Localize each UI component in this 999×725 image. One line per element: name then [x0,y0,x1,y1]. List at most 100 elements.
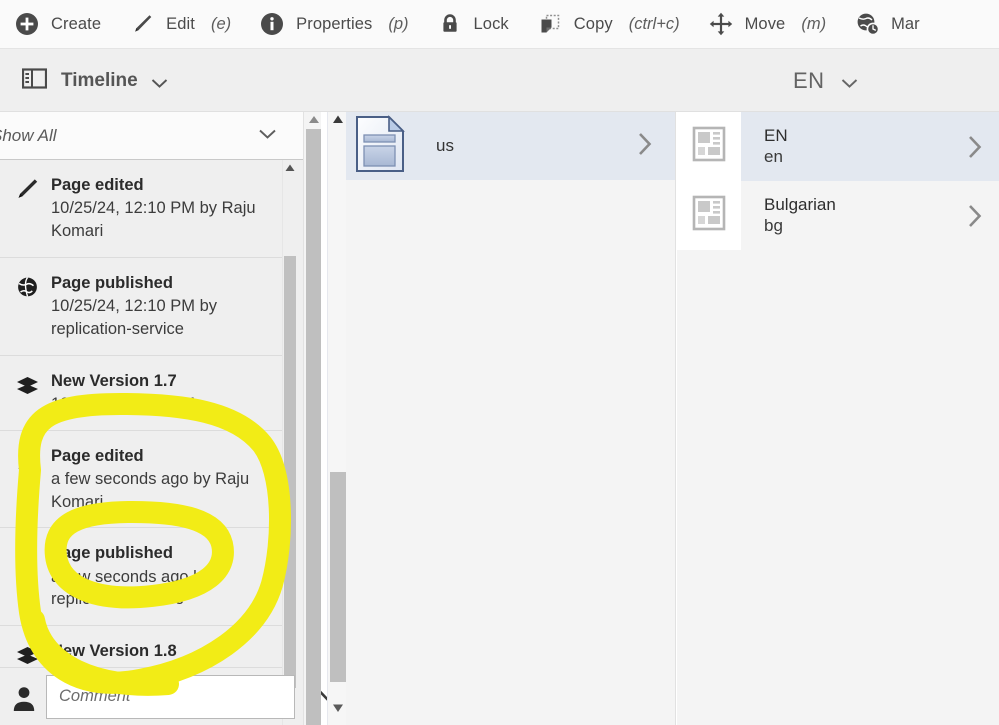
globe-icon [14,544,41,570]
language-selector[interactable]: EN [793,49,858,112]
timeline-event-title: Page edited [51,176,144,194]
timeline-panel-scrollbar[interactable] [303,112,321,725]
toolbar-button-create[interactable]: Create [0,0,115,49]
timeline-event-subtitle: 10/25/24, 12:10 PM [51,394,196,413]
toolbar-label-move: Move [744,14,786,33]
timeline-event-body: New Version 1.7 10/25/24, 12:10 PM [51,370,270,416]
chevron-right-icon[interactable] [951,112,999,181]
language-icon-wrap [677,181,741,250]
timeline-event-list[interactable]: Page edited 10/25/24, 12:10 PM by Raju K… [0,160,282,725]
timeline-event-item[interactable]: Page published a few seconds ago by repl… [0,528,282,627]
page-document-icon [355,114,406,178]
toolbar-button-move[interactable]: Move (m) [694,0,840,49]
timeline-event-body: Page published a few seconds ago by repl… [51,542,270,611]
timeline-label: Timeline [61,69,138,91]
toolbar-label-create: Create [51,14,102,33]
language-selector-value: EN [793,67,825,93]
timeline-panel: Show All Page edited 10/25/24, 12:10 PM … [0,112,330,725]
chevron-down-icon[interactable] [151,76,168,88]
timeline-event-subtitle: a few seconds ago by replication-service [51,567,211,609]
comment-input[interactable] [46,674,295,719]
language-icon-wrap [677,112,741,181]
scroll-down-arrow-icon[interactable] [330,700,346,716]
toolbar-shortcut-properties: (p) [388,14,409,33]
timeline-event-title: Page edited [51,446,144,465]
chevron-down-icon[interactable] [841,76,858,88]
scroll-up-arrow-icon[interactable] [330,112,346,128]
application-window: Create Edit (e) Properties (p) Lock Copy… [0,0,999,725]
scrollbar-thumb[interactable] [330,472,346,682]
timeline-event-item[interactable]: Page edited a few seconds ago by Raju Ko… [0,430,282,529]
comment-composer [0,667,330,725]
timeline-panel-icon [22,67,48,94]
toolbar-label-lock: Lock [473,14,509,33]
toolbar-button-lock[interactable]: Lock [423,0,523,49]
toolbar-button-copy[interactable]: Copy (ctrl+c) [523,0,694,49]
lock-icon [437,11,463,37]
timeline-filter-label: Show All [0,125,57,145]
toolbar-shortcut-edit: (e) [210,14,232,33]
scroll-up-arrow-icon[interactable] [283,160,297,176]
language-page-icon [692,126,726,167]
timeline-event-item[interactable]: Page published 10/25/24, 12:10 PM by rep… [0,257,282,356]
timeline-event-title: New Version 1.8 [51,642,177,661]
column-languages: EN en Bulgarian bg [677,112,999,725]
language-row-text: Bulgarian bg [741,181,951,250]
language-row-en[interactable]: EN en [677,112,999,181]
language-page-icon [692,195,726,236]
scrollbar-thumb[interactable] [306,129,321,725]
copy-icon [537,11,563,37]
toolbar-label-copy: Copy [573,14,613,33]
language-row-text: EN en [741,112,951,181]
timeline-event-body: Page edited a few seconds ago by Raju Ko… [51,445,270,514]
timeline-event-item[interactable]: Page edited 10/25/24, 12:10 PM by Raju K… [0,160,282,258]
pencil-icon [14,176,41,202]
info-circle-icon [259,11,285,37]
timeline-event-title: New Version 1.7 [51,371,177,390]
language-code: en [764,146,783,166]
user-icon [10,684,38,711]
toolbar-button-properties[interactable]: Properties (p) [245,0,422,49]
timeline-event-title: Page published [51,273,173,292]
page-row-label: us [436,136,454,155]
toolbar-button-manage-publication[interactable]: Mar [840,0,934,49]
toolbar-label-properties: Properties [296,14,373,33]
timeline-filter-dropdown[interactable]: Show All [0,112,303,160]
layers-icon [14,372,41,398]
scrollbar-thumb[interactable] [284,256,296,688]
toolbar-shortcut-copy: (ctrl+c) [628,14,680,33]
toolbar-button-edit[interactable]: Edit (e) [115,0,245,49]
language-code: bg [764,215,783,235]
pencil-icon [129,11,155,37]
timeline-toggle[interactable]: Timeline [22,49,168,112]
scroll-up-arrow-icon[interactable] [306,112,322,128]
timeline-event-body: Page published 10/25/24, 12:10 PM by rep… [51,272,270,341]
timeline-event-body: Page edited 10/25/24, 12:10 PM by Raju K… [51,174,270,243]
toolbar-shortcut-move: (m) [801,14,827,33]
pencil-icon [14,447,41,473]
chevron-right-icon[interactable] [637,131,653,162]
chevron-down-icon[interactable] [258,127,277,145]
globe-clock-icon [854,11,880,37]
secondary-toolbar: Timeline EN [0,49,999,112]
timeline-list-scrollbar[interactable] [282,160,296,725]
timeline-event-subtitle: a few seconds ago by Raju Komari [51,469,250,511]
move-arrows-icon [708,11,734,37]
toolbar-label-manage-publication: Mar [891,14,920,33]
timeline-event-item[interactable]: New Version 1.7 10/25/24, 12:10 PM [0,355,282,431]
timeline-event-subtitle: 10/25/24, 12:10 PM by Raju Komari [51,199,256,241]
plus-circle-icon [14,11,40,37]
column-pages: us [346,112,676,725]
page-row-us[interactable]: us [346,112,675,180]
globe-icon [14,274,41,300]
layers-icon [14,642,41,668]
language-name: EN [764,125,788,145]
content-scrollbar[interactable] [327,112,346,725]
chevron-right-icon[interactable] [951,181,999,250]
toolbar-label-edit: Edit [166,14,195,33]
timeline-event-title: Page published [51,544,173,563]
language-row-bulgarian[interactable]: Bulgarian bg [677,181,999,250]
language-name: Bulgarian [764,194,836,214]
timeline-event-subtitle: 10/25/24, 12:10 PM by replication-servic… [51,297,218,338]
main-toolbar: Create Edit (e) Properties (p) Lock Copy… [0,0,999,49]
